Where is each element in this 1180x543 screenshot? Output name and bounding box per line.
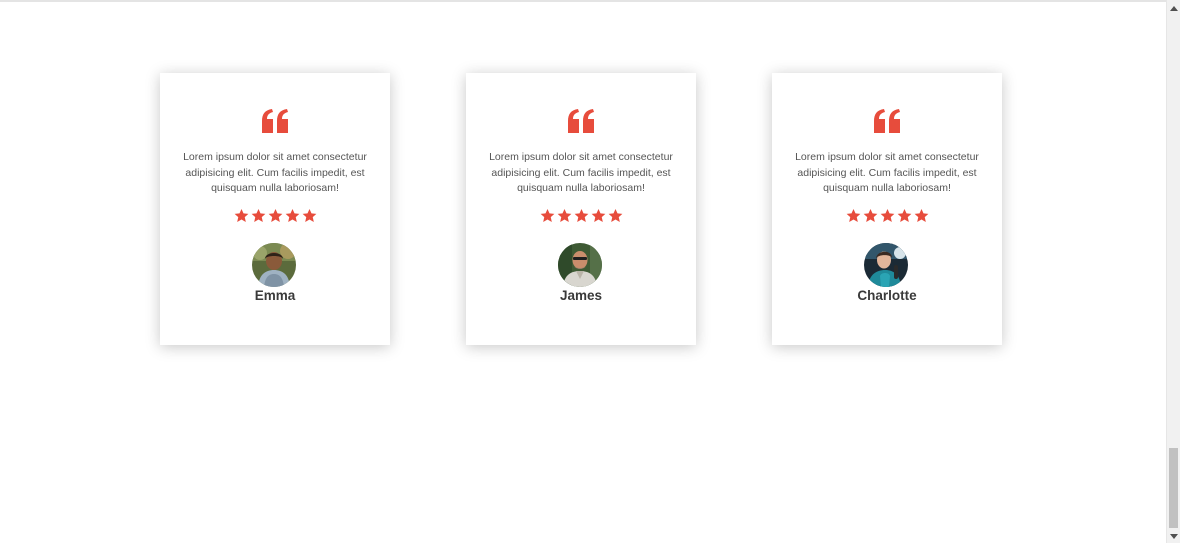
star-icon xyxy=(591,208,606,224)
reviewer-name: Charlotte xyxy=(857,288,917,303)
star-icon xyxy=(285,208,300,224)
testimonials-section: Lorem ipsum dolor sit amet consectetur a… xyxy=(0,0,1166,543)
vertical-scrollbar[interactable] xyxy=(1166,0,1180,543)
rating-stars xyxy=(772,208,1002,224)
testimonial-text: Lorem ipsum dolor sit amet consectetur a… xyxy=(183,151,367,194)
testimonial-text: Lorem ipsum dolor sit amet consectetur a… xyxy=(489,151,673,194)
testimonial-text: Lorem ipsum dolor sit amet consectetur a… xyxy=(795,151,979,194)
star-icon xyxy=(557,208,572,224)
star-icon xyxy=(914,208,929,224)
avatar xyxy=(558,243,602,287)
star-icon xyxy=(268,208,283,224)
star-icon xyxy=(302,208,317,224)
testimonial-card: Lorem ipsum dolor sit amet consectetur a… xyxy=(772,73,1002,345)
quote-left-icon xyxy=(260,109,290,133)
star-icon xyxy=(540,208,555,224)
testimonial-card: Lorem ipsum dolor sit amet consectetur a… xyxy=(160,73,390,345)
arrow-up-icon[interactable] xyxy=(1170,6,1178,11)
page-viewport: Lorem ipsum dolor sit amet consectetur a… xyxy=(0,0,1180,543)
quote-left-icon xyxy=(566,109,596,133)
star-icon xyxy=(846,208,861,224)
arrow-down-icon[interactable] xyxy=(1170,534,1178,539)
star-icon xyxy=(608,208,623,224)
star-icon xyxy=(897,208,912,224)
reviewer-name: James xyxy=(559,288,603,303)
rating-stars xyxy=(160,208,390,224)
quote-left-icon xyxy=(872,109,902,133)
star-icon xyxy=(863,208,878,224)
rating-stars xyxy=(466,208,696,224)
avatar xyxy=(252,243,296,287)
star-icon xyxy=(251,208,266,224)
reviewer-name: Emma xyxy=(254,288,296,303)
testimonial-card: Lorem ipsum dolor sit amet consectetur a… xyxy=(466,73,696,345)
star-icon xyxy=(574,208,589,224)
avatar xyxy=(864,243,908,287)
star-icon xyxy=(880,208,895,224)
star-icon xyxy=(234,208,249,224)
scrollbar-thumb[interactable] xyxy=(1169,448,1178,528)
